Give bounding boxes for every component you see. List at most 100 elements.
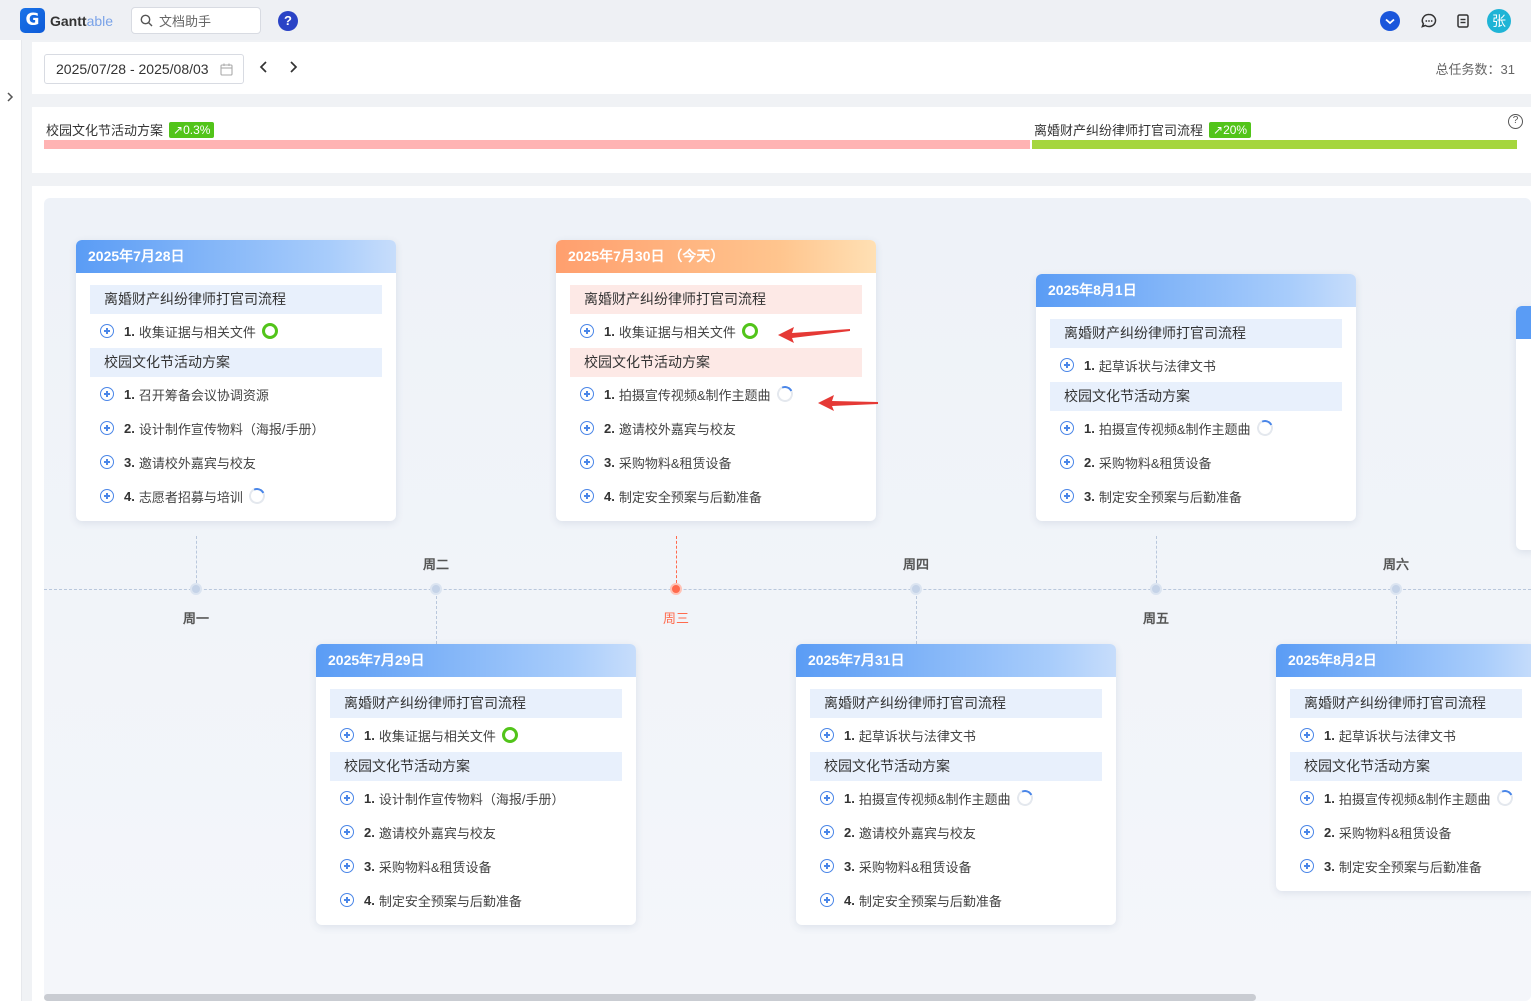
date-range-picker[interactable]: 2025/07/28 - 2025/08/03 — [44, 54, 244, 84]
avatar[interactable]: 张 — [1487, 9, 1511, 33]
timeline-node[interactable] — [1390, 583, 1402, 595]
task-item[interactable]: 1. 召开筹备会议协调资源 — [90, 377, 382, 411]
add-circle-icon[interactable] — [340, 791, 354, 805]
project-group-header[interactable]: 校园文化节活动方案 — [90, 348, 382, 377]
prev-week-button[interactable] — [256, 59, 272, 75]
app-logo[interactable]: G Ganttable — [20, 8, 113, 33]
project-group-header[interactable]: 离婚财产纠纷律师打官司流程 — [90, 285, 382, 314]
add-circle-icon[interactable] — [100, 489, 114, 503]
project-group-header[interactable]: 离婚财产纠纷律师打官司流程 — [1290, 689, 1522, 718]
project-group-header[interactable]: 离婚财产纠纷律师打官司流程 — [330, 689, 622, 718]
add-circle-icon[interactable] — [820, 791, 834, 805]
task-item[interactable]: 3. 采购物料&租赁设备 — [330, 849, 622, 883]
chevron-right-icon — [7, 92, 14, 102]
project-group-header[interactable]: 校园文化节活动方案 — [810, 752, 1102, 781]
day-card[interactable]: 2025年7月30日 （今天） 离婚财产纠纷律师打官司流程 1. 收集证据与相关文件校… — [556, 240, 876, 521]
expand-sidebar-button[interactable] — [5, 90, 15, 106]
task-item[interactable]: 4. 制定安全预案与后勤准备 — [810, 883, 1102, 917]
task-item[interactable]: 3. 采购物料&租赁设备 — [810, 849, 1102, 883]
task-item[interactable]: 4. 制定安全预案与后勤准备 — [570, 479, 862, 513]
day-card[interactable]: 2025年7月31日 离婚财产纠纷律师打官司流程 1. 起草诉状与法律文书 校园文化节活… — [796, 644, 1116, 925]
add-circle-icon[interactable] — [580, 421, 594, 435]
project-group-header[interactable]: 离婚财产纠纷律师打官司流程 — [570, 285, 862, 314]
add-circle-icon[interactable] — [820, 893, 834, 907]
project-group-header[interactable]: 校园文化节活动方案 — [1050, 382, 1342, 411]
timeline-node[interactable] — [430, 583, 442, 595]
project-label[interactable]: 离婚财产纠纷律师打官司流程 ↗20% — [1034, 120, 1252, 139]
dropdown-button[interactable] — [1379, 10, 1401, 32]
task-item[interactable]: 1. 起草诉状与法律文书 — [1290, 718, 1522, 752]
next-week-button[interactable] — [285, 59, 301, 75]
add-circle-icon[interactable] — [340, 859, 354, 873]
task-item[interactable]: 3. 制定安全预案与后勤准备 — [1290, 849, 1522, 883]
task-item[interactable]: 1. 拍摄宣传视频&制作主题曲 — [1290, 781, 1522, 815]
task-item[interactable]: 2. 邀请校外嘉宾与校友 — [330, 815, 622, 849]
add-circle-icon[interactable] — [580, 489, 594, 503]
add-circle-icon[interactable] — [820, 825, 834, 839]
project-bar-divorce[interactable] — [1032, 140, 1517, 149]
day-card[interactable]: 2025年8月2日 离婚财产纠纷律师打官司流程 1. 起草诉状与法律文书 校园文化节活动… — [1276, 644, 1531, 891]
add-circle-icon[interactable] — [580, 324, 594, 338]
add-circle-icon[interactable] — [1300, 825, 1314, 839]
help-button[interactable]: ? — [278, 11, 298, 31]
task-item[interactable]: 2. 邀请校外嘉宾与校友 — [810, 815, 1102, 849]
task-item[interactable]: 1. 拍摄宣传视频&制作主题曲 — [1050, 411, 1342, 445]
timeline-node[interactable] — [910, 583, 922, 595]
task-item[interactable]: 3. 制定安全预案与后勤准备 — [1050, 479, 1342, 513]
chat-button[interactable] — [1418, 10, 1440, 32]
add-circle-icon[interactable] — [340, 893, 354, 907]
task-item[interactable]: 1. 拍摄宣传视频&制作主题曲 — [810, 781, 1102, 815]
timeline-node[interactable] — [190, 583, 202, 595]
add-circle-icon[interactable] — [1060, 455, 1074, 469]
add-circle-icon[interactable] — [1060, 358, 1074, 372]
task-item[interactable]: 1. 收集证据与相关文件 — [90, 314, 382, 348]
help-circle-icon[interactable]: ? — [1508, 114, 1523, 129]
document-button[interactable] — [1452, 10, 1474, 32]
task-item[interactable]: 4. 制定安全预案与后勤准备 — [330, 883, 622, 917]
task-item[interactable]: 2. 设计制作宣传物料（海报/手册） — [90, 411, 382, 445]
add-circle-icon[interactable] — [580, 455, 594, 469]
project-bar-campus[interactable] — [44, 140, 1030, 149]
task-item[interactable]: 2. 邀请校外嘉宾与校友 — [570, 411, 862, 445]
weekday-label: 周四 — [902, 557, 929, 572]
add-circle-icon[interactable] — [580, 387, 594, 401]
add-circle-icon[interactable] — [100, 455, 114, 469]
horizontal-scrollbar[interactable] — [44, 994, 1256, 1001]
project-group-header[interactable]: 离婚财产纠纷律师打官司流程 — [1050, 319, 1342, 348]
task-item[interactable]: 2. 采购物料&租赁设备 — [1050, 445, 1342, 479]
task-item[interactable]: 2. 采购物料&租赁设备 — [1290, 815, 1522, 849]
add-circle-icon[interactable] — [1060, 421, 1074, 435]
project-label[interactable]: 校园文化节活动方案 ↗0.3% — [46, 120, 215, 139]
day-card[interactable]: 2025年8月1日 离婚财产纠纷律师打官司流程 1. 起草诉状与法律文书 校园文化节活动… — [1036, 274, 1356, 521]
add-circle-icon[interactable] — [1300, 859, 1314, 873]
add-circle-icon[interactable] — [100, 421, 114, 435]
add-circle-icon[interactable] — [1300, 791, 1314, 805]
task-item[interactable]: 1. 起草诉状与法律文书 — [1050, 348, 1342, 382]
task-item[interactable]: 1. 收集证据与相关文件 — [330, 718, 622, 752]
task-item[interactable]: 1. 设计制作宣传物料（海报/手册） — [330, 781, 622, 815]
task-number: 1. — [364, 790, 375, 806]
task-item[interactable]: 4. 志愿者招募与培训 — [90, 479, 382, 513]
timeline-node[interactable] — [670, 583, 682, 595]
day-card[interactable]: 2025年7月28日 离婚财产纠纷律师打官司流程 1. 收集证据与相关文件 校园文化节活… — [76, 240, 396, 521]
add-circle-icon[interactable] — [820, 859, 834, 873]
add-circle-icon[interactable] — [1300, 728, 1314, 742]
timeline-node[interactable] — [1150, 583, 1162, 595]
task-title: 采购物料&租赁设备 — [378, 859, 492, 875]
add-circle-icon[interactable] — [340, 825, 354, 839]
add-circle-icon[interactable] — [340, 728, 354, 742]
add-circle-icon[interactable] — [1060, 489, 1074, 503]
day-card[interactable]: 2025年7月29日 离婚财产纠纷律师打官司流程 1. 收集证据与相关文件 校园文化节活… — [316, 644, 636, 925]
search-input[interactable]: 文档助手 — [131, 7, 261, 34]
task-item[interactable]: 3. 邀请校外嘉宾与校友 — [90, 445, 382, 479]
project-group-header[interactable]: 校园文化节活动方案 — [330, 752, 622, 781]
add-circle-icon[interactable] — [100, 324, 114, 338]
task-item[interactable]: 3. 采购物料&租赁设备 — [570, 445, 862, 479]
add-circle-icon[interactable] — [100, 387, 114, 401]
project-group-header[interactable]: 离婚财产纠纷律师打官司流程 — [810, 689, 1102, 718]
project-group-header[interactable]: 校园文化节活动方案 — [570, 348, 862, 377]
next-day-card[interactable] — [1516, 306, 1531, 550]
project-group-header[interactable]: 校园文化节活动方案 — [1290, 752, 1522, 781]
task-item[interactable]: 1. 起草诉状与法律文书 — [810, 718, 1102, 752]
add-circle-icon[interactable] — [820, 728, 834, 742]
